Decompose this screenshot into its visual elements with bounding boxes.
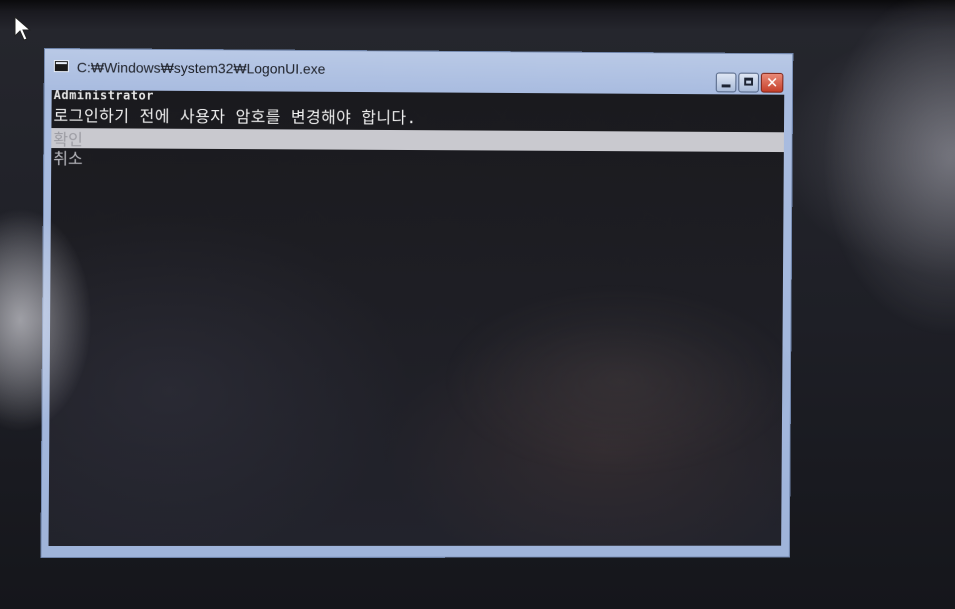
selection-highlight (51, 128, 784, 153)
window-title: C:₩Windows₩system32₩LogonUI.exe (76, 59, 326, 77)
close-button[interactable]: ✕ (760, 72, 784, 93)
mouse-cursor-icon (14, 16, 32, 41)
cancel-option[interactable]: 취소 (53, 145, 83, 169)
minimize-icon (721, 84, 731, 88)
close-icon: ✕ (765, 73, 779, 92)
maximize-button[interactable] (738, 72, 759, 93)
console-area: Administrator 로그인하기 전에 사용자 암호를 변경해야 합니다.… (48, 90, 785, 547)
user-name: Administrator (53, 90, 154, 103)
password-change-message: 로그인하기 전에 사용자 암호를 변경해야 합니다. (53, 106, 417, 128)
maximize-icon (744, 77, 754, 86)
logonui-console-window: C:₩Windows₩system32₩LogonUI.exe ✕ Admini… (40, 48, 794, 559)
console-window-icon[interactable] (53, 60, 69, 73)
minimize-button[interactable] (715, 72, 737, 93)
title-bar[interactable]: C:₩Windows₩system32₩LogonUI.exe ✕ (44, 48, 794, 93)
